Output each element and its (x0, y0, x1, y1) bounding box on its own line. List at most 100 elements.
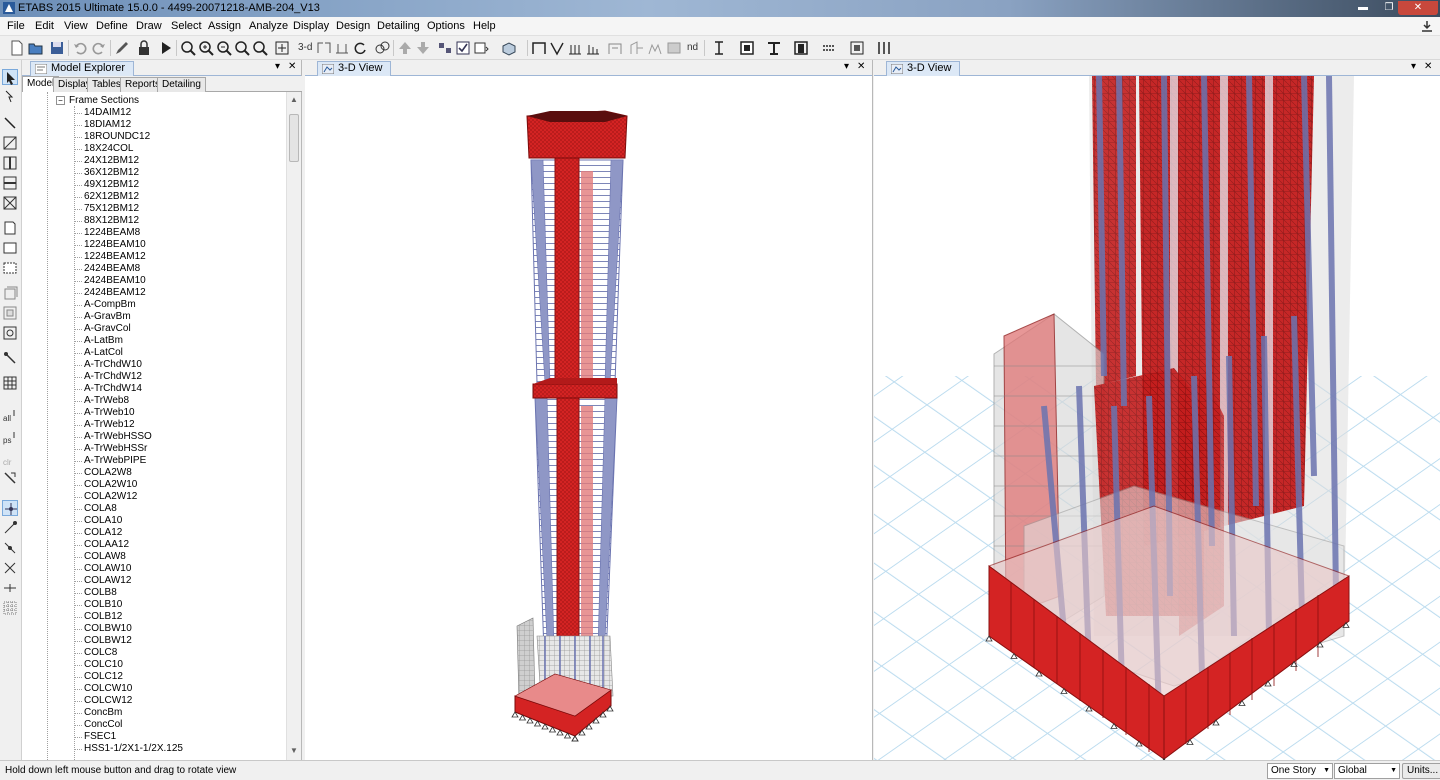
coordinate-system-select[interactable]: Global ▼ (1334, 763, 1400, 779)
frame-section-item[interactable]: COLB8 (74, 587, 117, 598)
frame-section-item[interactable]: 1224BEAM12 (74, 251, 146, 262)
save-icon[interactable] (48, 39, 66, 57)
frame-section-item[interactable]: COLBW10 (74, 623, 132, 634)
snap-mid-icon[interactable] (2, 540, 18, 556)
frame-section-item[interactable]: 2424BEAM8 (73, 263, 140, 274)
frame-section-item[interactable]: 2424BEAM12 (74, 287, 146, 298)
assign-shell-icon[interactable] (792, 39, 810, 57)
select-all-icon[interactable]: all (2, 408, 18, 424)
draw-columns-icon[interactable] (566, 39, 584, 57)
pin-icon[interactable]: ▾ (275, 61, 280, 72)
frame-section-item[interactable]: COLCW12 (73, 695, 132, 706)
frame-section-item[interactable]: ConcBm (73, 707, 122, 718)
frame-section-item[interactable]: COLC12 (74, 671, 123, 682)
tower-model-closeup[interactable] (874, 76, 1440, 760)
snap-icon[interactable] (2, 470, 18, 486)
draw-slab-icon[interactable] (628, 39, 646, 57)
units-button[interactable]: Units... (1402, 763, 1440, 779)
menu-help[interactable]: Help (473, 20, 496, 32)
frame-section-item[interactable]: A-TrWebHSSr (73, 443, 147, 454)
draw-cross-icon[interactable] (2, 195, 18, 211)
menu-file[interactable]: File (7, 20, 25, 32)
redo-icon[interactable] (90, 39, 108, 57)
draw-diag-icon[interactable] (2, 135, 18, 151)
elevation-view-icon[interactable] (333, 39, 351, 57)
frame-section-item[interactable]: 18X24COL (73, 143, 133, 154)
menu-draw[interactable]: Draw (136, 20, 162, 32)
draw-opening2-icon[interactable] (2, 305, 18, 321)
zoom-icon[interactable] (179, 39, 197, 57)
zoom-next-icon[interactable] (251, 39, 269, 57)
restore-button[interactable]: ❐ (1378, 1, 1400, 15)
frame-section-item[interactable]: 2424BEAM10 (74, 275, 146, 286)
pan-icon[interactable] (273, 39, 291, 57)
frame-section-item[interactable]: A-LatBm (74, 335, 123, 346)
draw-brace-icon[interactable] (548, 39, 566, 57)
tree-node-frame-sections[interactable]: − Frame Sections (56, 95, 139, 106)
design-icon[interactable] (875, 39, 893, 57)
lock-icon[interactable] (135, 39, 153, 57)
pointer-icon[interactable] (2, 69, 18, 85)
tower-model-overview[interactable] (305, 76, 872, 760)
snap-intersection-icon[interactable] (2, 560, 18, 576)
menu-detailing[interactable]: Detailing (377, 20, 420, 32)
explorer-scrollbar[interactable]: ▲ ▼ (286, 92, 301, 760)
frame-section-item[interactable]: COLA2W8 (74, 467, 132, 478)
frame-section-item[interactable]: A-TrWeb10 (74, 407, 135, 418)
frame-section-item[interactable]: COLAW8 (74, 551, 126, 562)
perspective-icon[interactable] (373, 39, 391, 57)
collapse-toggle[interactable]: − (56, 96, 65, 105)
down-icon[interactable] (414, 39, 432, 57)
frame-section-item[interactable]: COLAW10 (73, 563, 131, 574)
tab-detailing[interactable]: Detailing (157, 77, 206, 92)
draw-column-icon[interactable] (2, 155, 18, 171)
open-icon[interactable] (27, 39, 45, 57)
edit-icon[interactable] (113, 39, 131, 57)
3d-view-icon[interactable]: 3-d (298, 42, 312, 53)
download-icon[interactable] (1420, 19, 1434, 33)
draw-quick-icon[interactable] (2, 260, 18, 276)
section-icon[interactable] (738, 39, 756, 57)
draw-beam-icon[interactable] (2, 175, 18, 191)
draw-opening-icon[interactable] (646, 39, 664, 57)
frame-section-item[interactable]: 36X12BM12 (73, 167, 139, 178)
draw-floor-icon[interactable] (2, 220, 18, 236)
model-explorer-tab[interactable]: Model Explorer (30, 61, 134, 76)
draw-beams-icon[interactable] (584, 39, 602, 57)
object-view-icon[interactable] (500, 39, 518, 57)
frame-section-item[interactable]: COLA2W12 (73, 491, 137, 502)
check-icon[interactable] (454, 39, 472, 57)
nd-icon[interactable]: nd (687, 42, 698, 53)
scroll-down-icon[interactable]: ▼ (290, 746, 298, 755)
frame-section-item[interactable]: COLA10 (73, 515, 122, 526)
reshape-icon[interactable] (2, 89, 18, 105)
zoom-prev-icon[interactable] (233, 39, 251, 57)
draw-line-icon[interactable] (2, 115, 18, 131)
frame-section-item[interactable]: COLA8 (74, 503, 117, 514)
new-icon[interactable] (8, 39, 26, 57)
3d-model-canvas-2[interactable] (874, 76, 1440, 760)
frame-section-item[interactable]: A-GravBm (74, 311, 131, 322)
frame-section-item[interactable]: A-TrWeb8 (73, 395, 129, 406)
run-icon[interactable] (157, 39, 175, 57)
frame-section-item[interactable]: A-GravCol (74, 323, 131, 334)
menu-select[interactable]: Select (171, 20, 202, 32)
draw-frame-icon[interactable] (530, 39, 548, 57)
frame-section-item[interactable]: COLA12 (73, 527, 122, 538)
frame-section-item[interactable]: 1224BEAM10 (74, 239, 146, 250)
pin-icon[interactable]: ▾ (844, 61, 849, 72)
close-icon[interactable]: ✕ (1424, 61, 1432, 72)
frame-section-item[interactable]: A-LatCol (74, 347, 123, 358)
close-icon[interactable]: ✕ (288, 61, 296, 72)
draw-grid-icon[interactable] (2, 375, 18, 391)
3d-view-tab-1[interactable]: 3-D View (317, 61, 392, 76)
story-select[interactable]: One Story ▼ (1267, 763, 1333, 779)
menu-edit[interactable]: Edit (35, 20, 54, 32)
draw-link-icon[interactable] (2, 350, 18, 366)
frame-section-item[interactable]: A-TrWebPIPE (73, 455, 146, 466)
frame-section-item[interactable]: COLB12 (73, 611, 122, 622)
previous-selection-icon[interactable]: ps (2, 430, 18, 446)
frame-section-item[interactable]: COLAW12 (73, 575, 131, 586)
plan-view-icon[interactable] (315, 39, 333, 57)
snap-point-icon[interactable] (2, 500, 18, 516)
